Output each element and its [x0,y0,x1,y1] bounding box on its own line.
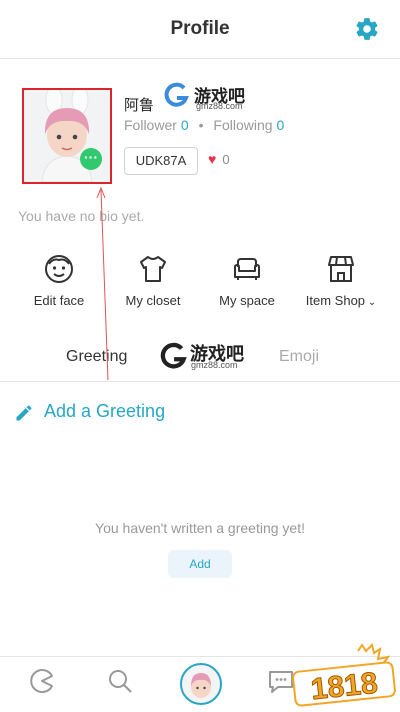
brand-1818-watermark: 1818 [292,643,396,707]
avatar-more-button[interactable]: ··· [80,148,102,170]
svg-text:1818: 1818 [309,667,379,707]
tab-greeting[interactable]: Greeting [66,348,127,366]
gear-icon[interactable] [354,16,380,42]
follower-link[interactable]: Follower 0 [124,117,189,133]
avatar-image [24,90,110,182]
home-icon[interactable] [28,667,56,695]
username: 阿鲁 [124,97,155,114]
add-greeting-title[interactable]: Add a Greeting [44,401,165,422]
user-code-badge[interactable]: UDK87A [124,147,198,175]
menu-label: My closet [125,293,181,308]
following-link[interactable]: Following 0 [213,117,284,133]
site-logo-icon [160,342,187,369]
shop-icon [328,256,354,282]
chevron-down-icon: ⌄ [365,297,377,308]
tabs-divider [0,381,400,382]
avatar-image [191,673,211,698]
like-count[interactable]: ♥ 0 [208,151,230,167]
watermark-site-url: gmz88.com [196,101,243,111]
menu-label: My space [219,293,275,308]
profile-avatar[interactable] [22,88,112,184]
follow-stats: Follower 0 • Following 0 [124,117,285,133]
heart-icon: ♥ [208,151,217,167]
menu-label: Edit face [33,293,85,308]
tab-emoji[interactable]: Emoji [279,348,319,366]
menu-my-closet[interactable]: My closet [108,253,198,308]
add-greeting-button[interactable]: Add [168,550,232,578]
search-icon[interactable] [106,667,134,695]
menu-edit-face[interactable]: Edit face [14,253,104,308]
nav-avatar[interactable] [180,663,222,705]
shirt-icon [140,256,166,282]
menu-label: Item Shop ⌄ [305,293,377,308]
site-watermark-2 [158,341,188,376]
empty-greeting-message: You haven't written a greeting yet! [95,520,305,536]
face-icon [45,255,73,283]
site-logo-icon [164,82,189,107]
header-divider [0,58,400,59]
site-watermark [162,81,190,114]
pencil-icon [16,405,32,421]
menu-my-space[interactable]: My space [202,253,292,308]
bio-text: You have no bio yet. [18,208,145,224]
sofa-icon [234,258,260,280]
watermark-site-url: gmz88.com [191,360,238,370]
menu-item-shop[interactable]: Item Shop ⌄ [296,253,386,308]
page-title: Profile [170,18,230,39]
